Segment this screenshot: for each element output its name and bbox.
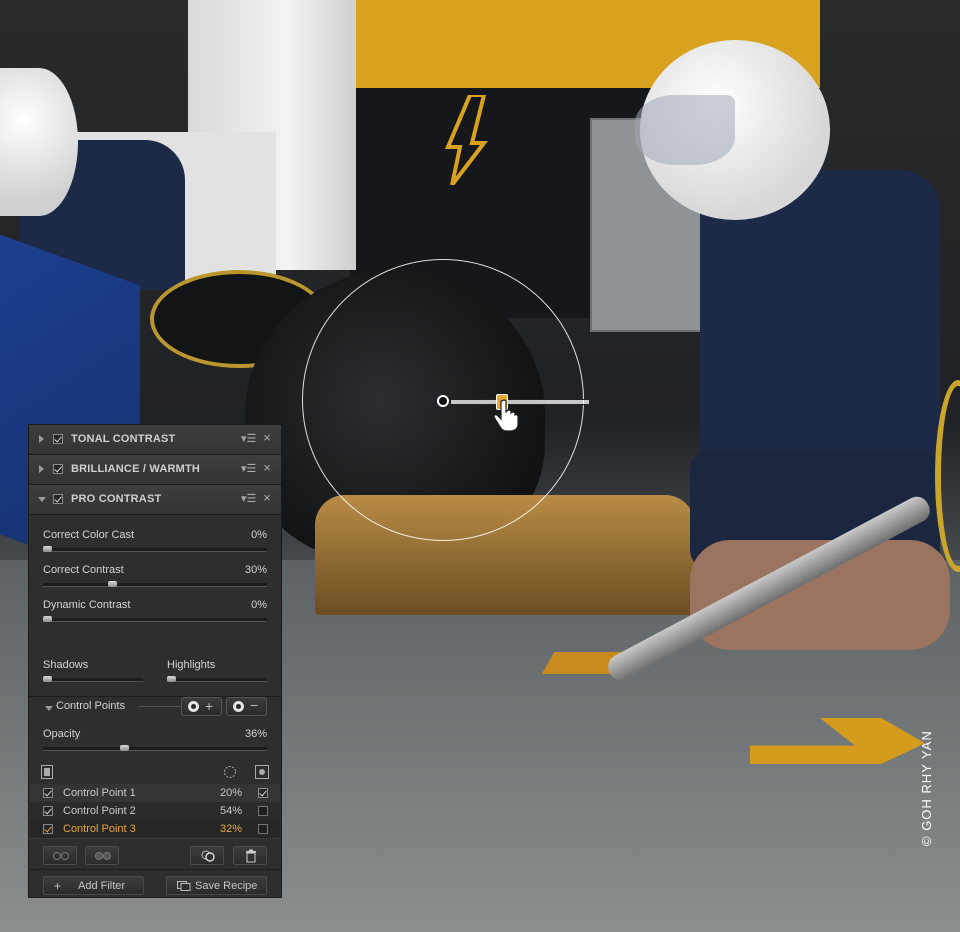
highlights-label: Highlights <box>167 659 216 671</box>
filter-menu-icon[interactable]: ▾☰ <box>241 433 257 445</box>
delete-control-point-button[interactable] <box>233 846 267 865</box>
left-mechanic-helmet <box>0 68 78 216</box>
filter-title: PRO CONTRAST <box>71 493 162 505</box>
plus-icon: + <box>54 879 62 893</box>
collapse-arrow-icon[interactable] <box>38 497 46 502</box>
expand-arrow-icon[interactable] <box>39 465 44 473</box>
slider-knob[interactable] <box>108 581 117 587</box>
dynamic-contrast-label: Dynamic Contrast <box>43 599 131 611</box>
filter-enable-checkbox[interactable] <box>53 494 63 504</box>
control-point-checkbox[interactable] <box>43 824 53 834</box>
group-control-points-button[interactable] <box>43 846 77 865</box>
control-point-checkbox[interactable] <box>43 788 53 798</box>
save-recipe-label: Save Recipe <box>195 880 258 892</box>
ungroup-control-points-button[interactable] <box>85 846 119 865</box>
expand-arrow-icon[interactable] <box>39 435 44 443</box>
control-point-icon <box>188 701 199 712</box>
control-points-section-label[interactable]: Control Points <box>56 700 125 712</box>
filter-header-tonal-contrast[interactable]: TONAL CONTRAST ▾☰ × <box>29 425 281 455</box>
dynamic-contrast-value: 0% <box>251 599 267 611</box>
correct-color-cast-slider[interactable] <box>43 546 267 552</box>
filter-header-pro-contrast[interactable]: PRO CONTRAST ▾☰ × <box>29 485 281 515</box>
add-control-point-button[interactable]: + <box>181 697 222 716</box>
correct-color-cast-value: 0% <box>251 529 267 541</box>
control-point-icon <box>233 701 244 712</box>
show-control-points-icon[interactable] <box>255 765 269 779</box>
filter-enable-checkbox[interactable] <box>53 434 63 444</box>
filter-panel: TONAL CONTRAST ▾☰ × BRILLIANCE / WARMTH … <box>28 424 282 898</box>
control-point-visible-checkbox[interactable] <box>258 824 268 834</box>
close-icon[interactable]: × <box>261 431 273 445</box>
control-point-percent: 20% <box>219 787 242 799</box>
add-filter-button[interactable]: + Add Filter <box>43 876 144 895</box>
slider-knob[interactable] <box>43 546 52 552</box>
control-point-name: Control Point 1 <box>63 787 136 799</box>
slider-knob[interactable] <box>167 676 176 682</box>
shadows-slider[interactable] <box>43 676 143 682</box>
trash-icon <box>246 849 256 863</box>
close-icon[interactable]: × <box>261 491 273 505</box>
filter-enable-checkbox[interactable] <box>53 464 63 474</box>
control-point-name: Control Point 3 <box>63 823 136 835</box>
close-icon[interactable]: × <box>261 461 273 475</box>
dynamic-contrast-slider[interactable] <box>43 616 267 622</box>
control-point-opacity-slider[interactable] <box>451 399 589 405</box>
helmet-visor <box>635 95 735 165</box>
selection-circle-icon[interactable] <box>223 765 237 779</box>
hand-cursor-icon <box>493 399 519 431</box>
remove-control-point-button[interactable]: − <box>226 697 267 716</box>
divider <box>29 838 281 839</box>
filter-menu-icon[interactable]: ▾☰ <box>241 463 257 475</box>
divider <box>29 869 281 870</box>
group-icon <box>53 852 69 860</box>
control-point-row[interactable]: Control Point 2 54% <box>30 802 280 820</box>
mask-icon[interactable] <box>41 765 53 779</box>
control-point-percent: 54% <box>219 805 242 817</box>
filter-title: TONAL CONTRAST <box>71 433 176 445</box>
minus-icon: − <box>250 697 259 713</box>
correct-contrast-label: Correct Contrast <box>43 564 124 576</box>
plus-icon: + <box>205 698 214 714</box>
control-point-visible-checkbox[interactable] <box>258 806 268 816</box>
filter-header-brilliance-warmth[interactable]: BRILLIANCE / WARMTH ▾☰ × <box>29 455 281 485</box>
collapse-arrow-icon[interactable] <box>45 706 53 711</box>
duplicate-icon <box>201 850 215 862</box>
filter-title: BRILLIANCE / WARMTH <box>71 463 201 475</box>
control-point-checkbox[interactable] <box>43 806 53 816</box>
copyright-watermark: © GOH RHY YAN <box>919 730 934 846</box>
slider-knob[interactable] <box>120 745 129 751</box>
control-point-percent: 32% <box>219 823 242 835</box>
opacity-value: 36% <box>244 728 267 740</box>
duplicate-control-point-button[interactable] <box>190 846 224 865</box>
correct-color-cast-label: Correct Color Cast <box>43 529 135 541</box>
control-point-visible-checkbox[interactable] <box>258 788 268 798</box>
opacity-label: Opacity <box>43 728 81 740</box>
correct-contrast-value: 30% <box>244 564 267 576</box>
opacity-slider[interactable] <box>43 745 267 751</box>
ungroup-icon <box>95 852 111 860</box>
add-filter-label: Add Filter <box>78 880 126 892</box>
recipe-icon <box>177 881 191 891</box>
divider <box>139 706 181 707</box>
slider-knob[interactable] <box>43 616 52 622</box>
highlights-slider[interactable] <box>167 676 267 682</box>
control-point-handle[interactable] <box>437 395 449 407</box>
slider-knob[interactable] <box>43 676 52 682</box>
filter-menu-icon[interactable]: ▾☰ <box>241 493 257 505</box>
save-recipe-button[interactable]: Save Recipe <box>166 876 267 895</box>
control-point-name: Control Point 2 <box>63 805 136 817</box>
shadows-label: Shadows <box>43 659 89 671</box>
control-point-row[interactable]: Control Point 1 20% <box>30 784 280 802</box>
yellow-arrow-sign <box>444 95 489 185</box>
control-point-row-selected[interactable]: Control Point 3 32% <box>30 820 280 838</box>
correct-contrast-slider[interactable] <box>43 581 267 587</box>
